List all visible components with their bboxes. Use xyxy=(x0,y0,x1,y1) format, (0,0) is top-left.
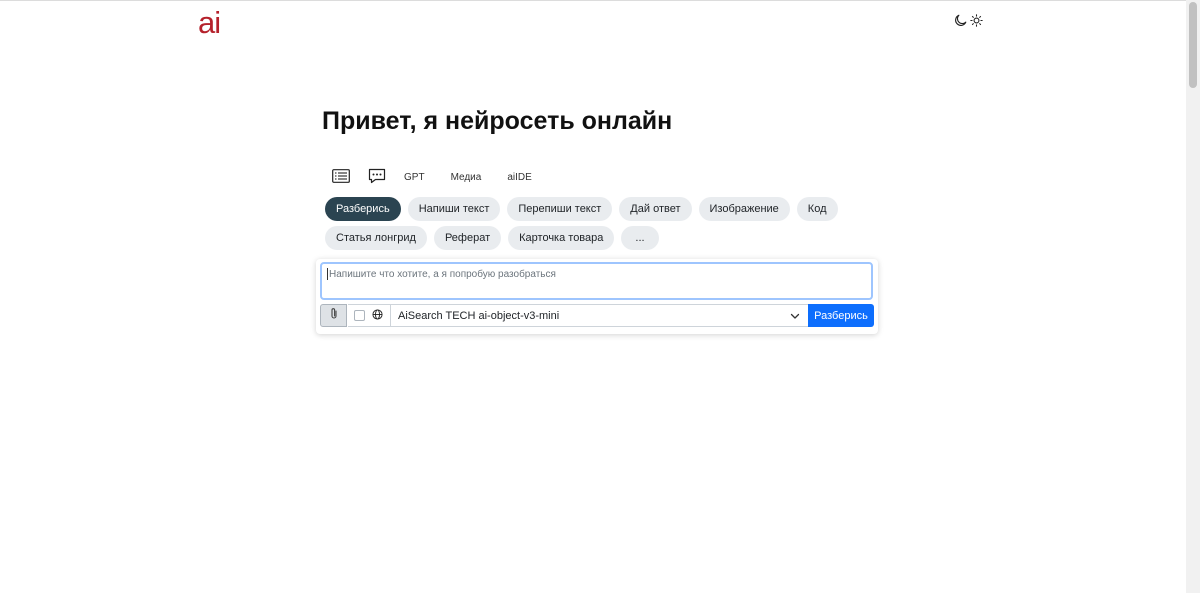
chevron-down-icon xyxy=(790,311,800,324)
logo[interactable]: ai xyxy=(198,6,221,40)
web-search-toggle xyxy=(348,304,391,327)
tab-list[interactable] xyxy=(330,166,352,188)
submit-button[interactable]: Разберись xyxy=(808,304,874,327)
chip-write-text[interactable]: Напиши текст xyxy=(407,197,501,221)
chip-longread[interactable]: Статья лонгрид xyxy=(325,226,427,250)
chip-give-answer[interactable]: Дай ответ xyxy=(619,197,692,221)
tab-chat[interactable] xyxy=(366,166,388,188)
page-title: Привет, я нейросеть онлайн xyxy=(322,107,673,135)
prompt-chips-row-2: Статья лонгрид Реферат Карточка товара .… xyxy=(325,226,659,250)
model-select[interactable]: AiSearch TECH ai-object-v3-mini xyxy=(391,304,809,327)
mode-tabs: GPT Медиа aiIDE xyxy=(330,166,532,188)
page-scrollbar-thumb[interactable] xyxy=(1189,2,1197,88)
tab-aiide[interactable]: aiIDE xyxy=(507,166,531,188)
chip-product-card[interactable]: Карточка товара xyxy=(508,226,615,250)
sun-icon[interactable] xyxy=(970,14,983,27)
moon-icon[interactable] xyxy=(954,14,967,27)
page-scrollbar-track[interactable] xyxy=(1186,0,1200,593)
model-select-value: AiSearch TECH ai-object-v3-mini xyxy=(398,309,560,322)
chip-rewrite-text[interactable]: Перепиши текст xyxy=(507,197,613,221)
chip-razberis[interactable]: Разберись xyxy=(325,197,401,221)
text-caret xyxy=(327,268,328,280)
tab-gpt[interactable]: GPT xyxy=(404,166,425,188)
paperclip-icon xyxy=(330,307,338,325)
prompt-input[interactable] xyxy=(320,262,873,300)
chat-bubble-icon xyxy=(368,168,386,187)
web-search-checkbox[interactable] xyxy=(354,310,365,321)
tab-media[interactable]: Медиа xyxy=(451,166,482,188)
list-icon xyxy=(332,168,350,186)
attach-button[interactable] xyxy=(320,304,347,327)
top-divider xyxy=(0,0,1190,1)
chip-image[interactable]: Изображение xyxy=(698,197,790,221)
chip-code[interactable]: Код xyxy=(796,197,838,221)
theme-toggle[interactable] xyxy=(954,14,983,27)
globe-icon xyxy=(372,307,383,325)
chip-more[interactable]: ... xyxy=(621,226,659,250)
prompt-chips-row-1: Разберись Напиши текст Перепиши текст Да… xyxy=(325,197,838,221)
chip-essay[interactable]: Реферат xyxy=(433,226,502,250)
